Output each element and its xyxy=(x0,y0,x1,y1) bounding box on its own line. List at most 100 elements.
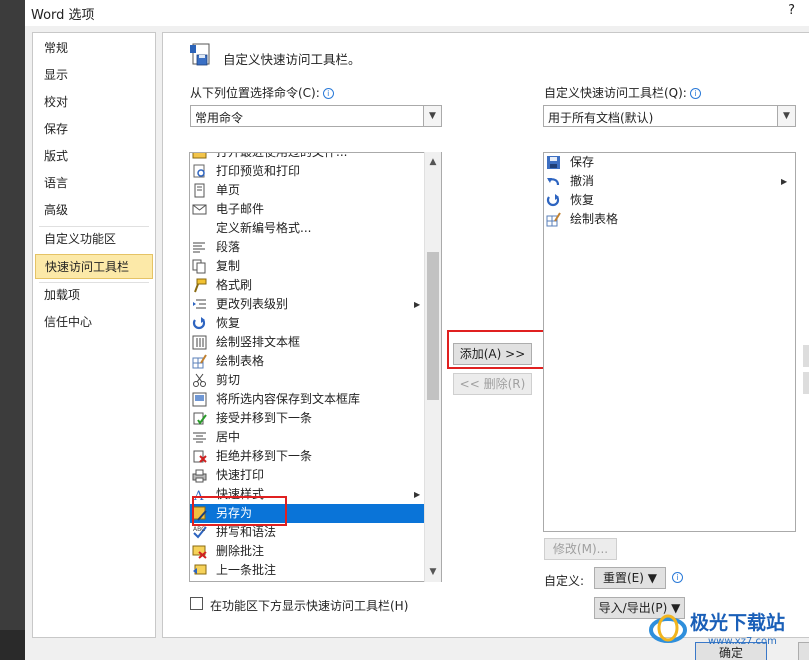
nav-item-addins[interactable]: 加载项 xyxy=(35,283,153,308)
choose-commands-label-text: 从下列位置选择命令(C): xyxy=(190,86,320,100)
paragraph-icon xyxy=(193,242,205,253)
watermark-logo: 极光下载站 www.xz7.com xyxy=(648,600,809,660)
command-item-label: 删除批注 xyxy=(216,544,265,558)
nav-item-quick-access-toolbar[interactable]: 快速访问工具栏 xyxy=(35,254,153,279)
command-item-label: 居中 xyxy=(216,430,241,444)
show-below-ribbon-label: 在功能区下方显示快速访问工具栏(H) xyxy=(210,599,409,613)
scroll-up-icon[interactable]: ▲ xyxy=(425,154,441,170)
reject-next-icon xyxy=(193,450,207,463)
delete-comment-icon xyxy=(192,545,207,559)
command-item-label: 上一条批注 xyxy=(216,563,277,577)
command-item-label: 段落 xyxy=(216,240,241,254)
command-item-label: 将所选内容保存到文本框库 xyxy=(216,392,361,406)
help-button[interactable]: ? xyxy=(788,3,795,18)
command-item-label: 剪切 xyxy=(216,373,241,387)
remove-button[interactable]: << 删除(R) xyxy=(453,373,532,395)
nav-item-language[interactable]: 语言 xyxy=(35,171,153,196)
customize-toolbar-label: 自定义快速访问工具栏(Q): i xyxy=(544,84,701,101)
options-nav: 常规 显示 校对 保存 版式 语言 高级 自定义功能区 快速访问工具栏 加载项 … xyxy=(32,32,156,638)
customize-toolbar-label-text: 自定义快速访问工具栏(Q): xyxy=(544,86,687,100)
draw-table-icon xyxy=(192,354,207,369)
nav-item-proofing[interactable]: 校对 xyxy=(35,90,153,115)
format-painter-icon xyxy=(194,278,207,293)
command-item-label: 格式刷 xyxy=(216,278,253,292)
customize-label: 自定义: xyxy=(544,574,585,588)
center-align-icon xyxy=(193,432,206,443)
toolbar-command-item[interactable]: 保存 xyxy=(544,153,795,172)
toolbar-command-item[interactable]: 绘制表格 xyxy=(544,210,795,229)
watermark-name: 极光下载站 xyxy=(690,612,786,634)
command-item[interactable]: 恢复 xyxy=(190,314,424,333)
watermark-url: www.xz7.com xyxy=(708,636,777,647)
command-item[interactable]: 居中 xyxy=(190,428,424,447)
command-item-label: 绘制表格 xyxy=(216,354,265,368)
chevron-right-icon: ▶ xyxy=(414,300,421,309)
save-icon xyxy=(547,156,560,169)
chevron-down-icon[interactable]: ▼ xyxy=(423,106,441,126)
command-item[interactable]: 复制 xyxy=(190,257,424,276)
toolbar-command-item-label: 绘制表格 xyxy=(570,212,619,226)
command-item[interactable]: 单页 xyxy=(190,181,424,200)
command-item[interactable]: 格式刷 xyxy=(190,276,424,295)
nav-item-trust-center[interactable]: 信任中心 xyxy=(35,310,153,335)
toolbar-command-item[interactable]: 恢复 xyxy=(544,191,795,210)
command-item[interactable]: 更改列表级别 ▶ xyxy=(190,295,424,314)
command-item-label: 电子邮件 xyxy=(216,202,265,216)
page-title: 自定义快速访问工具栏。 xyxy=(223,52,361,67)
prev-comment-icon xyxy=(193,564,207,575)
nav-item-general[interactable]: 常规 xyxy=(35,36,153,61)
command-item-label: 绘制竖排文本框 xyxy=(216,335,301,349)
command-item[interactable]: 段落 xyxy=(190,238,424,257)
command-item[interactable]: 将所选内容保存到文本框库 xyxy=(190,390,424,409)
nav-item-display[interactable]: 显示 xyxy=(35,63,153,88)
command-item[interactable]: 接受并移到下一条 xyxy=(190,409,424,428)
info-icon: i xyxy=(689,88,701,99)
choose-commands-label: 从下列位置选择命令(C): i xyxy=(190,84,334,101)
command-item[interactable]: 电子邮件 xyxy=(190,200,424,219)
commands-scrollbar[interactable]: ▲ ▼ xyxy=(424,152,441,582)
command-item[interactable]: 绘制表格 xyxy=(190,352,424,371)
list-level-icon xyxy=(193,299,206,309)
nav-item-customize-ribbon[interactable]: 自定义功能区 xyxy=(35,227,153,252)
modify-button[interactable]: 修改(M)... xyxy=(544,538,617,560)
scroll-down-icon[interactable]: ▼ xyxy=(425,564,441,580)
redo-icon xyxy=(546,194,560,207)
spelling-icon: ABC xyxy=(193,526,207,539)
open-recent-icon xyxy=(192,153,207,159)
nav-item-layout[interactable]: 版式 xyxy=(35,144,153,169)
copy-icon xyxy=(192,259,206,274)
save-textbox-icon xyxy=(192,392,207,407)
toolbar-commands-list[interactable]: 保存 撤消 ▶ 恢复绘制表格 xyxy=(543,152,796,532)
scroll-thumb[interactable] xyxy=(427,252,439,400)
command-item-label: 拒绝并移到下一条 xyxy=(216,449,313,463)
nav-item-save[interactable]: 保存 xyxy=(35,117,153,142)
watermark-swirl-icon xyxy=(649,614,687,643)
command-item[interactable]: 删除批注 xyxy=(190,542,424,561)
command-item[interactable]: 定义新编号格式... xyxy=(190,219,424,238)
command-item[interactable]: 打印预览和打印 xyxy=(190,162,424,181)
command-item-label: 打印预览和打印 xyxy=(216,164,301,178)
quick-print-icon xyxy=(192,469,207,483)
title-bar: Word 选项 ? xyxy=(25,0,809,26)
command-item-label: 定义新编号格式... xyxy=(216,221,312,235)
command-item[interactable]: 拒绝并移到下一条 xyxy=(190,447,424,466)
command-item[interactable]: 绘制竖排文本框 xyxy=(190,333,424,352)
command-item[interactable]: 上一条批注 xyxy=(190,561,424,580)
command-item-label: 更改列表级别 xyxy=(216,297,289,311)
toolbar-command-item-label: 恢复 xyxy=(570,193,595,207)
window-title: Word 选项 xyxy=(31,8,95,23)
chevron-down-icon[interactable]: ▼ xyxy=(777,106,795,126)
command-item-label: 快速打印 xyxy=(216,468,265,482)
command-item[interactable]: 快速打印 xyxy=(190,466,424,485)
customize-toolbar-dropdown[interactable]: 用于所有文档(默认) ▼ xyxy=(543,105,796,127)
one-page-icon xyxy=(194,183,205,198)
command-item[interactable]: 剪切 xyxy=(190,371,424,390)
background-strip xyxy=(0,0,25,660)
show-below-ribbon-checkbox[interactable] xyxy=(190,597,203,610)
choose-commands-dropdown[interactable]: 常用命令 ▼ xyxy=(190,105,442,127)
command-item[interactable]: 打开最近使用过的文件... xyxy=(190,153,424,162)
reset-button[interactable]: 重置(E) ▼ xyxy=(594,567,666,589)
nav-item-advanced[interactable]: 高级 xyxy=(35,198,153,223)
info-icon: i xyxy=(672,572,683,583)
toolbar-command-item[interactable]: 撤消 ▶ xyxy=(544,172,795,191)
